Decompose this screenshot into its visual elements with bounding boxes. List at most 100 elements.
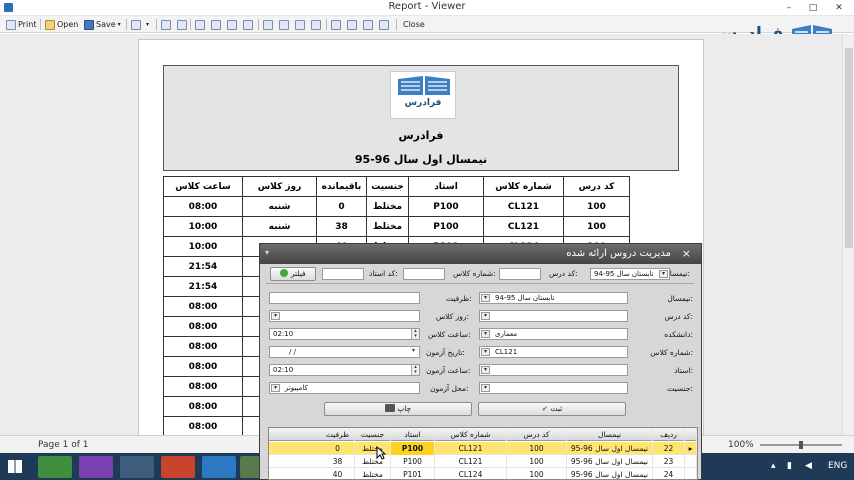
row-selector[interactable] [685,468,697,479]
faculty-value: معماری [495,330,518,338]
zoom-button[interactable] [227,18,237,31]
gender-select[interactable]: ▾ [479,382,628,394]
next-page-button[interactable] [295,18,305,31]
chevron-down-icon[interactable]: ▾ [271,384,280,392]
grid-cell: 100 [507,455,567,468]
language-indicator[interactable]: ENG [828,461,847,471]
grid-row[interactable]: 23 نیمسال اول سال 96-95 100 CL121 P100 مختلط 3… [269,455,697,468]
pages-button[interactable] [243,18,253,31]
semester-select[interactable]: ▾ تابستان سال 95-94 [479,292,628,304]
semester-label: نیمسال: [667,294,693,303]
export-button[interactable] [161,18,171,31]
chevron-down-icon[interactable]: ▾ [481,348,490,356]
logo-text: فرادرس [404,98,442,108]
filter-semester-select[interactable]: تابستان سال 95-94 ▾ [590,268,670,280]
report-cell: 08:00 [163,396,243,417]
first-page-button[interactable] [263,18,273,31]
dialog-close-icon[interactable]: × [682,247,691,260]
grid-cell: مختلط [355,468,391,479]
volume-icon[interactable]: ◀ [805,461,812,471]
restore-button[interactable]: □ [802,0,824,16]
find-button[interactable] [177,18,187,31]
print-button[interactable]: Print [6,18,36,31]
dialog-title-bar[interactable]: ▾ مدیریت دروس ارائه شده × [260,244,701,264]
time-spinner-icon[interactable]: ▴ ▾ [411,329,419,339]
chevron-down-icon[interactable]: ▾ [481,366,490,374]
dialog-title: مدیریت دروس ارائه شده [566,248,671,259]
row-selector[interactable] [685,455,697,468]
time-spinner-icon[interactable]: ▴ ▾ [411,365,419,375]
scrollbar-thumb[interactable] [845,48,853,248]
exam-place-select[interactable]: ▾ کامپیوتر [269,382,420,394]
multi-page-button[interactable] [347,18,357,31]
visual-studio-icon[interactable] [79,456,113,478]
network-icon[interactable]: ▮ [787,461,792,471]
report-header-row: ساعت کلاس روز کلاس باقیمانده جنسیت استاد… [163,176,630,197]
chevron-down-icon[interactable]: ▾ [481,384,490,392]
exam-date-picker[interactable]: / / ▾ [269,346,420,358]
pin-icon[interactable]: ▾ [265,248,269,257]
exam-time-input[interactable]: 02:10 ▴ ▾ [269,364,420,376]
vertical-scrollbar[interactable] [842,34,854,435]
zoom-slider[interactable] [760,441,842,449]
row-selector-arrow-icon[interactable]: ▸ [685,442,697,455]
taskbar-app-icon[interactable] [38,456,72,478]
powerpoint-icon[interactable] [161,456,195,478]
chevron-down-icon[interactable]: ▾ [659,270,668,278]
chevron-down-icon[interactable]: ▾ [409,348,418,356]
chevron-down-icon[interactable]: ▾ [481,294,490,302]
open-button[interactable]: Open [45,18,78,31]
class-time-label: ساعت کلاس: [428,330,471,339]
grid-header-row[interactable]: ردیف نیمسال کد درس شماره کلاس استاد جنسیت ظرفی… [269,428,697,441]
column-header: استاد [408,176,484,197]
minimize-button[interactable]: – [778,0,800,16]
course-code-select[interactable]: ▾ [479,310,628,322]
print-button[interactable]: چاپ [324,402,472,416]
chevron-down-icon[interactable]: ▾ [481,312,490,320]
printer-icon [384,404,395,412]
single-page-button[interactable] [331,18,341,31]
close-button[interactable]: Close [403,18,425,31]
capacity-input[interactable] [269,292,420,304]
filter-course-input[interactable] [499,268,541,280]
grid-row[interactable]: 24 نیمسال اول سال 96-95 100 CL124 P101 مختلط 4… [269,468,697,479]
teacher-select[interactable]: ▾ [479,364,628,376]
view-button[interactable] [211,18,221,31]
fit-width-icon [363,19,373,30]
row-selector[interactable] [685,428,697,441]
grid-row[interactable]: ▸ 22 نیمسال اول سال 96-95 100 CL121 P100 مختلط… [269,442,697,455]
fit-width-button[interactable] [363,18,373,31]
page-indicator: Page 1 of 1 [38,440,89,450]
filter-class-input[interactable] [403,268,445,280]
save-record-button[interactable]: ✔ ثبت [478,402,626,416]
report-cell: 38 [316,216,367,237]
report-cell: 10:00 [163,216,243,237]
chevron-down-icon[interactable]: ▾ [481,330,490,338]
class-time-input[interactable]: 02:10 ▴ ▾ [269,328,420,340]
taskbar-tools-icon[interactable] [120,456,154,478]
filter-button[interactable]: فیلتر [270,267,316,281]
fit-page-button[interactable] [379,18,389,31]
chevron-down-icon[interactable]: ▾ [271,312,280,320]
next-page-icon [295,19,305,30]
prev-page-button[interactable] [279,18,289,31]
windows-start-icon[interactable] [8,460,22,473]
chevron-down-icon[interactable]: ▾ [118,21,121,28]
zoom-slider-knob[interactable] [799,441,803,449]
taskbar-app-s-icon[interactable] [202,456,236,478]
options-button[interactable]: ▾ [146,18,149,31]
grid-cell: 24 [653,468,685,479]
print-label: Print [18,20,37,29]
save-button[interactable]: Save ▾ [84,18,121,31]
tray-arrow-icon[interactable]: ▴ [771,461,776,471]
last-page-button[interactable] [311,18,321,31]
class-number-select[interactable]: ▾ CL121 [479,346,628,358]
edit-button[interactable] [195,18,205,31]
report-cell: شنبه [242,216,317,237]
report-cell: 08:00 [163,416,243,437]
close-window-button[interactable]: ✕ [828,0,850,16]
page-setup-button[interactable] [131,18,141,31]
filter-teacher-input[interactable] [322,268,364,280]
class-day-select[interactable]: ▾ [269,310,420,322]
faculty-select[interactable]: ▾ معماری [479,328,628,340]
